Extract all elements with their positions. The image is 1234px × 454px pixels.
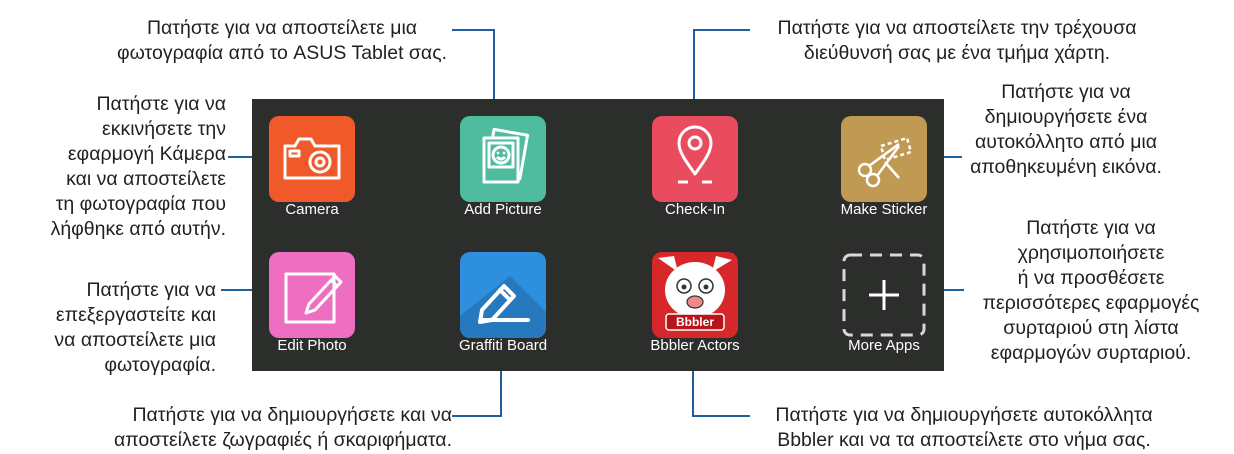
- callout-more-apps: Πατήστε για να χρησιμοποιήσετε ή να προσ…: [982, 217, 1200, 364]
- callout-make-sticker: Πατήστε για να δημιουργήσετε ένα αυτοκόλ…: [970, 81, 1162, 178]
- app-label-more-apps: More Apps: [848, 337, 920, 354]
- callout-edit-photo: Πατήστε για να επεξεργαστείτε και να απο…: [54, 279, 216, 376]
- app-label-make-sticker: Make Sticker: [840, 201, 928, 218]
- callout-check-in: Πατήστε για να αποστείλετε την τρέχουσα …: [777, 17, 1137, 64]
- pencil-icon: [284, 272, 343, 324]
- plus-icon: [842, 253, 926, 337]
- check-in-app-tile[interactable]: [652, 116, 738, 202]
- app-drawer-panel: Camera Add Picture Check-In Make Sticker…: [252, 99, 944, 371]
- camera-app-tile[interactable]: [269, 116, 355, 202]
- location-pin-icon: [677, 125, 713, 184]
- app-label-check-in: Check-In: [664, 201, 726, 218]
- add-picture-app-tile[interactable]: [460, 116, 546, 202]
- camera-icon: [283, 137, 341, 180]
- bbbler-actors-app-tile[interactable]: Bbbler: [652, 252, 738, 338]
- callout-graffiti-board: Πατήστε για να δημιουργήσετε και να αποσ…: [113, 404, 452, 451]
- app-label-bbbler-actors: Bbbler Actors: [650, 337, 740, 354]
- callout-add-picture: Πατήστε για να αποστείλετε μια φωτογραφί…: [116, 17, 448, 64]
- app-label-add-picture: Add Picture: [464, 201, 542, 218]
- make-sticker-app-tile[interactable]: [841, 116, 927, 202]
- more-apps-tile[interactable]: [841, 252, 927, 338]
- graffiti-board-app-tile[interactable]: [460, 252, 546, 338]
- edit-photo-app-tile[interactable]: [269, 252, 355, 338]
- app-label-camera: Camera: [285, 201, 339, 218]
- add-picture-icon: [482, 127, 530, 184]
- callout-bbbler-actors: Πατήστε για να δημιουργήσετε αυτοκόλλητα…: [775, 404, 1153, 451]
- callout-camera: Πατήστε για να εκκινήσετε την εφαρμογή Κ…: [50, 93, 226, 240]
- scissors-icon: [857, 136, 913, 188]
- app-label-graffiti-board: Graffiti Board: [458, 337, 548, 354]
- bbbler-badge: Bbbler: [675, 315, 714, 329]
- pen-icon: [460, 276, 546, 338]
- app-label-edit-photo: Edit Photo: [277, 337, 347, 354]
